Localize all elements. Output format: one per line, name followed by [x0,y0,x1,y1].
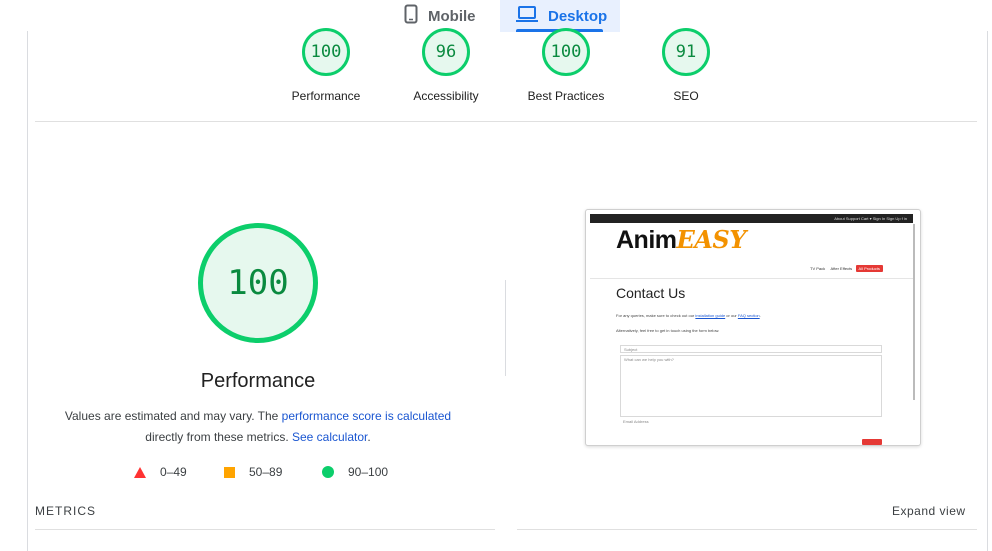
site-topbar: About Support Cart ▾ Sign In Sign Up f i… [590,214,913,223]
catnav-item: TV Pack [810,266,826,271]
gauge-label: Best Practices [527,89,605,103]
expand-view-button[interactable]: Expand view [892,504,966,518]
site-link: FAQ section [737,313,760,318]
average-square-icon [224,466,235,478]
logo-accent: EASY [676,225,747,254]
site-category-nav: TV Pack After Effects All Products [810,265,883,272]
site-email-field: Email Address [623,419,649,424]
pass-circle-icon [322,466,334,478]
performance-score-gauge: 100 [198,223,318,343]
catnav-item: All Products [855,265,883,272]
tab-mobile-label: Mobile [428,7,476,25]
site-scrollbar [913,224,915,400]
performance-description: Values are estimated and may vary. The p… [50,406,466,448]
metrics-divider-right [517,529,977,530]
see-calculator-link[interactable]: See calculator [292,430,367,444]
performance-title: Performance [200,370,316,392]
performance-score-link[interactable]: performance score is calculated [282,409,451,423]
site-text: Alternatively, feel free to get in touch… [616,328,720,333]
final-screenshot: About Support Cart ▾ Sign In Sign Up f i… [585,209,921,446]
catnav-item: After Effects [830,266,853,271]
gauge-label: Performance [291,89,361,103]
legend-pass: 90–100 [322,465,388,479]
gauges-divider [35,121,977,122]
legend-average-label: 50–89 [249,465,283,479]
gauge-label: Accessibility [413,89,479,103]
gauge-seo[interactable]: 91 SEO [626,28,746,103]
desc-text: directly from these metrics. [145,430,292,444]
site-submit-button [862,439,882,445]
gauge-best-practices[interactable]: 100 Best Practices [506,28,626,103]
laptop-icon [516,5,538,27]
site-message-field: What can we help you with? [620,355,882,417]
site-text: For any queries, make sure to check out … [616,313,761,318]
legend-average: 50–89 [224,465,282,479]
desc-text: Values are estimated and may vary. The [64,409,282,423]
desc-text: . [367,430,371,444]
site-link: installation guide [695,313,726,318]
fail-triangle-icon [134,466,146,478]
site-heading: Contact Us [616,285,686,301]
tab-desktop-label: Desktop [548,7,608,25]
gauge-label: SEO [673,89,699,103]
metrics-heading: METRICS [35,504,96,518]
site-text-part: For any queries, make sure to check out … [616,313,696,318]
site-logo: AnimEASY [616,225,746,255]
site-topnav: About Support Cart ▾ Sign In Sign Up f i… [834,216,907,221]
site-separator [590,278,913,279]
phone-icon [404,4,418,28]
legend-fail-label: 0–49 [160,465,187,479]
logo-main: Anim [616,226,677,254]
metrics-divider-left [35,529,495,530]
legend-fail: 0–49 [134,465,187,479]
gauge-performance[interactable]: 100 Performance [266,28,386,103]
site-text-part: or our [725,313,738,318]
gauge-score: 100 [542,28,590,76]
gauge-score: 91 [662,28,710,76]
site-text-part: . [759,313,761,318]
legend-pass-label: 90–100 [348,465,389,479]
gauge-accessibility[interactable]: 96 Accessibility [386,28,506,103]
vertical-divider [505,280,506,376]
site-subject-field: Subject [620,345,882,353]
gauge-score: 100 [302,28,350,76]
gauge-score: 96 [422,28,470,76]
